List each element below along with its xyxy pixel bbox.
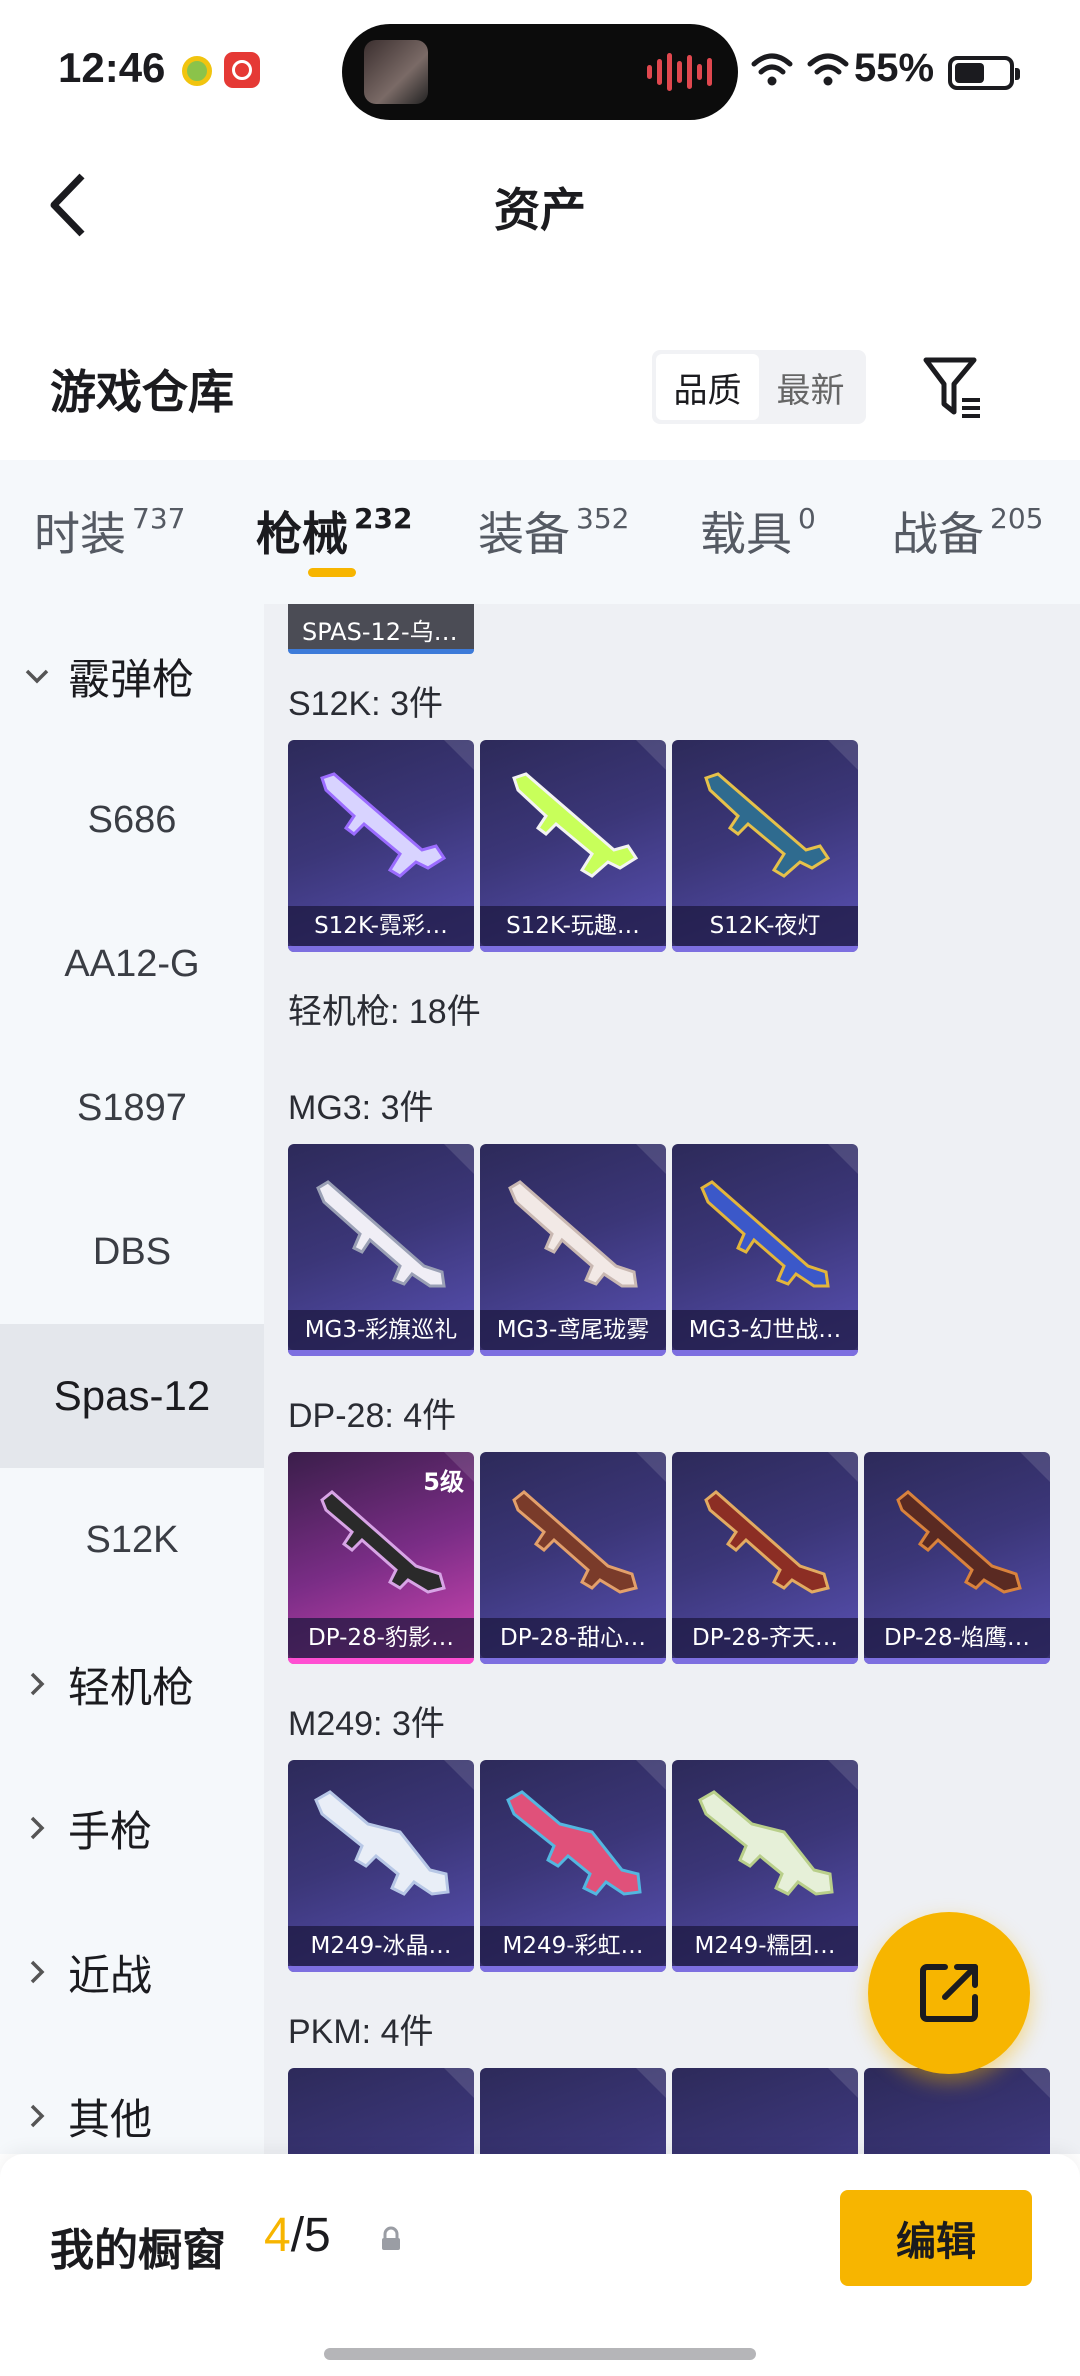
- weapon-sidebar: 霰弹枪 S686 AA12-G S1897 DBS Spas-12 S12K 轻…: [0, 604, 264, 2154]
- group-title: PKM: 4件: [288, 2013, 434, 2051]
- item-name: M249-彩虹…: [480, 1926, 666, 1966]
- showcase-title: 我的橱窗: [50, 2225, 226, 2276]
- item-name: DP-28-甜心…: [480, 1618, 666, 1658]
- chevron-right-icon: [30, 1960, 45, 1984]
- category-tabs: 时装 737 枪械 232 装备 352 载具 0 战备 205: [0, 460, 1080, 604]
- chevron-right-icon: [30, 2104, 45, 2128]
- item-card-partial[interactable]: [864, 2068, 1050, 2154]
- item-name: DP-28-齐天…: [672, 1618, 858, 1658]
- group-title: DP-28: 4件: [288, 1397, 457, 1435]
- heavy-gun-icon: [698, 1790, 834, 1896]
- item-name: DP-28-焰鹰…: [864, 1618, 1050, 1658]
- item-card[interactable]: 5级 DP-28-豹影…: [288, 1452, 474, 1664]
- item-card[interactable]: M249-冰晶…: [288, 1760, 474, 1972]
- sort-quality-option[interactable]: 品质: [656, 354, 759, 420]
- sidebar-category-melee[interactable]: 近战: [22, 1900, 152, 2044]
- page-title: 资产: [494, 183, 586, 237]
- battery-icon: [948, 56, 1020, 90]
- machine-gun-icon: [508, 1180, 638, 1288]
- showcase-bar: 我的橱窗 4/5 编辑: [0, 2154, 1080, 2376]
- tab-guns[interactable]: 枪械 232: [256, 498, 412, 564]
- sidebar-item-aa12-g[interactable]: AA12-G: [0, 892, 264, 1036]
- item-card[interactable]: MG3-幻世战…: [672, 1144, 858, 1356]
- sidebar-item-s1897[interactable]: S1897: [0, 1036, 264, 1180]
- item-card[interactable]: MG3-鸢尾珑雾: [480, 1144, 666, 1356]
- tab-supplies[interactable]: 战备 205: [892, 498, 1043, 564]
- sidebar-category-pistol[interactable]: 手枪: [22, 1756, 152, 1900]
- app-notification-icon: [182, 56, 212, 86]
- item-name: DP-28-豹影…: [288, 1618, 474, 1658]
- group-title: M249: 3件: [288, 1705, 445, 1743]
- filter-icon[interactable]: [920, 352, 984, 422]
- heavy-gun-icon: [506, 1790, 642, 1896]
- audio-wave-icon: [647, 52, 712, 92]
- sort-toggle: 品质 最新: [652, 350, 866, 424]
- sidebar-category-shotgun[interactable]: 霰弹枪: [22, 604, 194, 748]
- heavy-gun-icon: [314, 1790, 450, 1896]
- item-card[interactable]: M249-彩虹…: [480, 1760, 666, 1972]
- item-card[interactable]: DP-28-焰鹰…: [864, 1452, 1050, 1664]
- machine-gun-icon: [700, 1180, 830, 1288]
- active-tab-indicator: [308, 568, 356, 577]
- item-card[interactable]: MG3-彩旗巡礼: [288, 1144, 474, 1356]
- item-card[interactable]: M249-糯团…: [672, 1760, 858, 1972]
- showcase-count: 4/5: [264, 2209, 331, 2262]
- item-name: S12K-玩趣…: [480, 906, 666, 946]
- machine-gun-icon: [316, 1180, 446, 1288]
- item-card-partial[interactable]: [480, 2068, 666, 2154]
- item-name: S12K-夜灯: [672, 906, 858, 946]
- item-name: S12K-霓彩…: [288, 906, 474, 946]
- item-card[interactable]: S12K-夜灯: [672, 740, 858, 952]
- group-title: S12K: 3件: [288, 685, 443, 723]
- lmg-icon: [512, 1490, 638, 1594]
- status-bar: 12:46 55%: [0, 0, 1080, 140]
- signal-icon: [807, 53, 849, 86]
- sidebar-item-dbs[interactable]: DBS: [0, 1180, 264, 1324]
- sort-newest-option[interactable]: 最新: [759, 354, 862, 420]
- tab-equipment[interactable]: 装备 352: [478, 498, 629, 564]
- item-name: MG3-彩旗巡礼: [288, 1310, 474, 1350]
- share-button[interactable]: [868, 1912, 1030, 2074]
- rifle-icon: [512, 772, 639, 878]
- chevron-right-icon: [30, 1672, 45, 1696]
- lock-icon: [382, 2226, 400, 2250]
- dynamic-island[interactable]: [342, 24, 738, 120]
- sidebar-item-s12k[interactable]: S12K: [0, 1468, 264, 1612]
- group-title: 轻机枪: 18件: [288, 993, 481, 1031]
- item-name: MG3-幻世战…: [672, 1310, 858, 1350]
- rifle-icon: [320, 772, 447, 878]
- item-name: M249-冰晶…: [288, 1926, 474, 1966]
- lmg-icon: [896, 1490, 1022, 1594]
- group-title: MG3: 3件: [288, 1089, 434, 1127]
- item-card[interactable]: DP-28-齐天…: [672, 1452, 858, 1664]
- chevron-right-icon: [30, 1816, 45, 1840]
- sidebar-item-s686[interactable]: S686: [0, 748, 264, 892]
- item-name: M249-糯团…: [672, 1926, 858, 1966]
- chevron-down-icon: [25, 669, 49, 684]
- item-card-partial[interactable]: [672, 2068, 858, 2154]
- tab-vehicles[interactable]: 载具 0: [700, 498, 816, 564]
- rifle-icon: [704, 772, 831, 878]
- music-app-icon: [224, 52, 260, 88]
- item-card-partial[interactable]: SPAS-12-乌…: [288, 604, 474, 654]
- battery-percent: 55%: [854, 46, 935, 90]
- status-time: 12:46: [58, 44, 166, 91]
- external-link-icon: [920, 1964, 978, 2022]
- album-art: [364, 40, 428, 104]
- level-badge: 5级: [423, 1468, 464, 1496]
- home-indicator: [324, 2348, 756, 2360]
- warehouse-title: 游戏仓库: [50, 365, 234, 419]
- sidebar-item-spas-12[interactable]: Spas-12: [0, 1324, 264, 1468]
- item-card[interactable]: DP-28-甜心…: [480, 1452, 666, 1664]
- item-card-partial[interactable]: [288, 2068, 474, 2154]
- wifi-icon: [751, 53, 793, 86]
- sidebar-category-lmg[interactable]: 轻机枪: [22, 1612, 194, 1756]
- tab-fashion[interactable]: 时装 737: [34, 498, 185, 564]
- lmg-icon: [704, 1490, 830, 1594]
- item-card[interactable]: S12K-霓彩…: [288, 740, 474, 952]
- item-card[interactable]: S12K-玩趣…: [480, 740, 666, 952]
- edit-button[interactable]: 编辑: [840, 2190, 1032, 2286]
- item-name: MG3-鸢尾珑雾: [480, 1310, 666, 1350]
